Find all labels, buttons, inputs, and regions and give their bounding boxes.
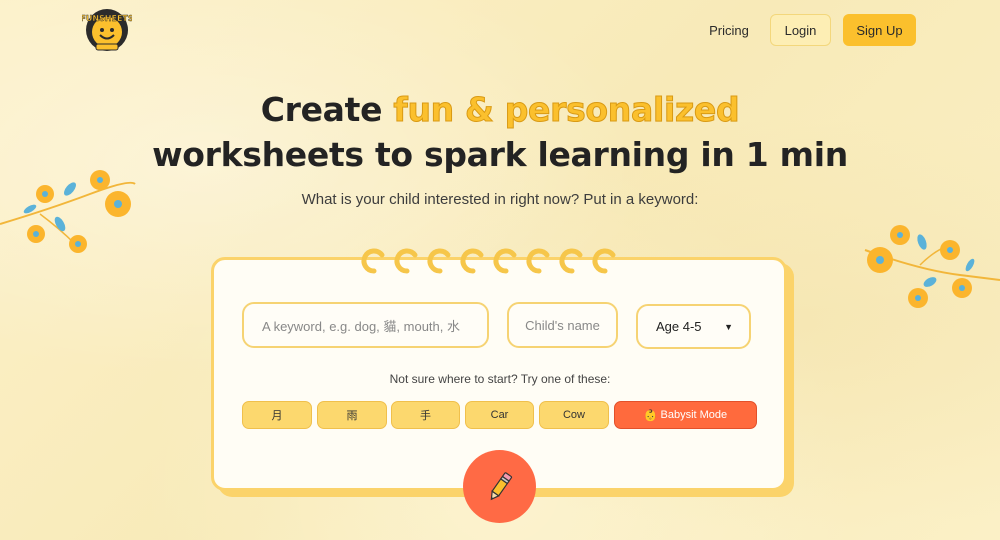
suggestions-hint: Not sure where to start? Try one of thes… (389, 372, 611, 386)
babysit-mode-button[interactable]: 👶 Babysit Mode (614, 401, 757, 429)
generate-button[interactable] (463, 450, 536, 523)
pencil-icon (490, 471, 512, 500)
notebook-rings-icon (361, 248, 616, 274)
suggestion-chip-hand[interactable]: 手 (391, 401, 460, 429)
funsheets-logo[interactable]: FUNSHEETS (82, 8, 132, 54)
nav-pricing-link[interactable]: Pricing (702, 14, 756, 46)
hero-title-highlight: fun & personalized (393, 90, 740, 130)
child-name-input[interactable]: Child's name (507, 302, 618, 348)
login-button[interactable]: Login (770, 14, 831, 46)
age-select[interactable]: Age 4-5 ▼ (636, 304, 751, 349)
suggestion-chip-rain[interactable]: 雨 (317, 401, 387, 429)
suggestion-chip-moon[interactable]: 月 (242, 401, 312, 429)
caret-down-icon: ▼ (724, 321, 733, 332)
baby-icon: 👶 (643, 409, 658, 422)
signup-button[interactable]: Sign Up (843, 14, 916, 46)
suggestion-chip-car[interactable]: Car (465, 401, 534, 429)
flower-branch-left-icon (0, 170, 136, 253)
svg-text:FUNSHEETS: FUNSHEETS (82, 14, 132, 23)
flower-branch-right-icon (864, 225, 1000, 308)
babysit-mode-label: Babysit Mode (660, 409, 728, 421)
keyword-input[interactable]: A keyword, e.g. dog, 貓, mouth, 水 (242, 302, 489, 348)
hero-title-line-2: worksheets to spark learning in 1 min (152, 135, 848, 174)
hero-title-prefix: Create (260, 90, 394, 129)
hero-title-line-1: Create fun & personalized (0, 90, 1000, 130)
hero-subtitle: What is your child interested in right n… (301, 191, 699, 208)
suggestion-chip-cow[interactable]: Cow (539, 401, 609, 429)
age-select-value: Age 4-5 (656, 319, 702, 334)
